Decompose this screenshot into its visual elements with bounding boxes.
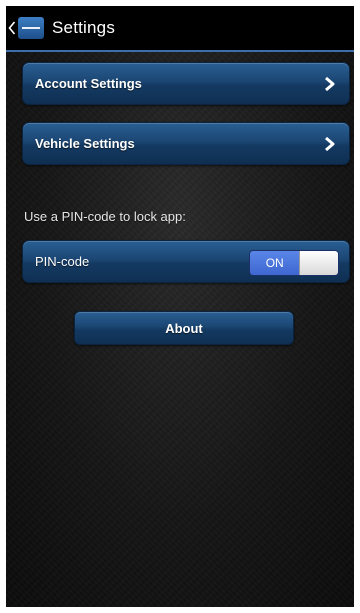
header-bar: Settings — [6, 6, 354, 52]
vehicle-settings-row[interactable]: Vehicle Settings — [22, 122, 350, 165]
chevron-right-icon — [325, 76, 335, 91]
pin-code-toggle[interactable]: ON — [249, 250, 339, 276]
page-title: Settings — [52, 18, 116, 37]
about-button[interactable]: About — [74, 311, 294, 345]
pin-section-label: Use a PIN-code to lock app: — [24, 209, 186, 224]
settings-screen: Settings Account Settings Vehicle Settin… — [6, 6, 354, 607]
vehicle-settings-label: Vehicle Settings — [35, 136, 135, 151]
account-settings-row[interactable]: Account Settings — [22, 62, 350, 105]
chevron-left-icon[interactable] — [8, 18, 16, 38]
pin-code-row: PIN-code ON — [22, 240, 350, 283]
app-logo-icon[interactable] — [18, 17, 44, 39]
account-settings-label: Account Settings — [35, 76, 142, 91]
toggle-on-label: ON — [250, 251, 300, 275]
toggle-knob[interactable] — [299, 251, 338, 275]
chevron-right-icon — [325, 136, 335, 151]
